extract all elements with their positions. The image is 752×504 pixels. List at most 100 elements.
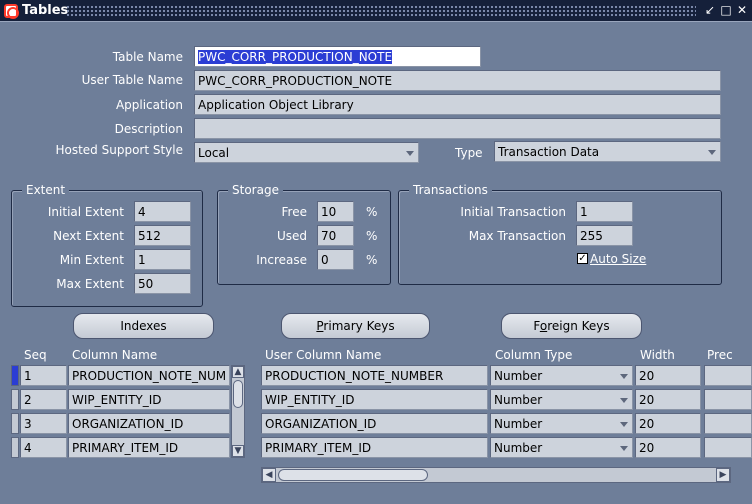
minimize-icon[interactable]: ↙ bbox=[703, 3, 717, 18]
column-type-select[interactable]: Number bbox=[490, 389, 633, 410]
storage-group-title: Storage bbox=[228, 183, 283, 197]
description-field[interactable] bbox=[194, 118, 721, 139]
oracle-logo-icon bbox=[4, 4, 19, 19]
row-indicator[interactable] bbox=[11, 365, 19, 386]
free-label: Free bbox=[281, 205, 307, 219]
maximize-icon[interactable]: □ bbox=[719, 3, 733, 18]
increase-pct: % bbox=[366, 253, 378, 267]
width-cell[interactable]: 20 bbox=[635, 365, 701, 386]
dropdown-arrow-icon bbox=[620, 398, 628, 403]
column-type-value: Number bbox=[494, 417, 543, 431]
min-extent-field[interactable]: 1 bbox=[134, 249, 191, 270]
increase-field[interactable]: 0 bbox=[317, 249, 354, 270]
hosted-support-label: Hosted Support Style bbox=[55, 143, 183, 157]
transactions-group-title: Transactions bbox=[409, 183, 492, 197]
width-cell[interactable]: 20 bbox=[635, 413, 701, 434]
user-column-name-cell[interactable]: ORGANIZATION_ID bbox=[261, 413, 488, 434]
increase-label: Increase bbox=[256, 253, 307, 267]
initial-extent-label: Initial Extent bbox=[47, 205, 124, 219]
type-value: Transaction Data bbox=[498, 145, 600, 159]
dropdown-arrow-icon bbox=[620, 374, 628, 379]
precision-cell[interactable] bbox=[704, 365, 752, 386]
auto-size-label[interactable]: Auto Size bbox=[590, 252, 646, 266]
column-type-select[interactable]: Number bbox=[490, 365, 633, 386]
used-field[interactable]: 70 bbox=[317, 225, 354, 246]
initial-extent-field[interactable]: 4 bbox=[134, 201, 191, 222]
scroll-up-icon[interactable]: ▲ bbox=[232, 366, 244, 378]
max-transaction-field[interactable]: 255 bbox=[576, 225, 633, 246]
seq-cell[interactable]: 4 bbox=[20, 437, 67, 458]
precision-cell[interactable] bbox=[704, 437, 752, 458]
foreign-keys-label: reign Keys bbox=[547, 319, 610, 333]
extent-group-title: Extent bbox=[22, 183, 70, 197]
grid-horizontal-scrollbar[interactable]: ◀ ▶ bbox=[261, 467, 731, 483]
user-table-name-field[interactable]: PWC_CORR_PRODUCTION_NOTE bbox=[194, 70, 721, 91]
precision-header: Prec bbox=[707, 348, 733, 362]
used-pct: % bbox=[366, 229, 378, 243]
vertical-scroll-thumb[interactable] bbox=[233, 380, 243, 408]
title-bar-grip bbox=[66, 5, 696, 17]
width-cell[interactable]: 20 bbox=[635, 437, 701, 458]
type-label: Type bbox=[455, 146, 483, 160]
used-label: Used bbox=[276, 229, 307, 243]
column-type-value: Number bbox=[494, 441, 543, 455]
max-extent-label: Max Extent bbox=[56, 277, 124, 291]
column-type-header: Column Type bbox=[495, 348, 573, 362]
free-pct: % bbox=[366, 205, 378, 219]
seq-header: Seq bbox=[24, 348, 47, 362]
dropdown-arrow-icon bbox=[620, 446, 628, 451]
column-type-select[interactable]: Number bbox=[490, 437, 633, 458]
hosted-support-select[interactable]: Local bbox=[194, 142, 419, 163]
dropdown-arrow-icon bbox=[708, 150, 716, 155]
grid-vertical-scrollbar[interactable]: ▲ ▼ bbox=[231, 365, 245, 458]
user-column-name-cell[interactable]: PRODUCTION_NOTE_NUMBER bbox=[261, 365, 488, 386]
title-bar[interactable]: Tables ↙ □ ✕ bbox=[0, 0, 752, 22]
close-icon[interactable]: ✕ bbox=[735, 3, 749, 18]
column-name-cell[interactable]: WIP_ENTITY_ID bbox=[68, 389, 230, 410]
precision-cell[interactable] bbox=[704, 413, 752, 434]
table-name-label: Table Name bbox=[112, 50, 183, 64]
free-field[interactable]: 10 bbox=[317, 201, 354, 222]
scroll-left-icon[interactable]: ◀ bbox=[262, 468, 276, 482]
row-indicator[interactable] bbox=[11, 437, 19, 458]
hosted-support-value: Local bbox=[198, 146, 230, 160]
row-indicator[interactable] bbox=[11, 389, 19, 410]
column-type-select[interactable]: Number bbox=[490, 413, 633, 434]
column-name-header: Column Name bbox=[72, 348, 158, 362]
seq-cell[interactable]: 3 bbox=[20, 413, 67, 434]
auto-size-checkbox[interactable]: ✓ bbox=[577, 253, 588, 264]
column-name-cell[interactable]: PRIMARY_ITEM_ID bbox=[68, 437, 230, 458]
scroll-down-icon[interactable]: ▼ bbox=[232, 445, 244, 457]
column-type-value: Number bbox=[494, 369, 543, 383]
user-column-name-cell[interactable]: WIP_ENTITY_ID bbox=[261, 389, 488, 410]
width-cell[interactable]: 20 bbox=[635, 389, 701, 410]
dropdown-arrow-icon bbox=[620, 422, 628, 427]
seq-cell[interactable]: 1 bbox=[20, 365, 67, 386]
description-label: Description bbox=[114, 122, 183, 136]
type-select[interactable]: Transaction Data bbox=[494, 141, 721, 162]
max-extent-field[interactable]: 50 bbox=[134, 273, 191, 294]
primary-keys-button[interactable]: Primary Keys bbox=[281, 313, 430, 339]
scroll-right-icon[interactable]: ▶ bbox=[716, 468, 730, 482]
column-name-cell[interactable]: PRODUCTION_NOTE_NUM bbox=[68, 365, 230, 386]
table-name-field[interactable]: PWC_CORR_PRODUCTION_NOTE bbox=[194, 46, 481, 67]
user-column-name-header: User Column Name bbox=[265, 348, 382, 362]
application-field[interactable]: Application Object Library bbox=[194, 94, 721, 115]
precision-cell[interactable] bbox=[704, 389, 752, 410]
next-extent-label: Next Extent bbox=[53, 229, 124, 243]
initial-transaction-field[interactable]: 1 bbox=[576, 201, 633, 222]
seq-cell[interactable]: 2 bbox=[20, 389, 67, 410]
column-name-cell[interactable]: ORGANIZATION_ID bbox=[68, 413, 230, 434]
table-name-value: PWC_CORR_PRODUCTION_NOTE bbox=[198, 50, 393, 64]
user-table-name-label: User Table Name bbox=[81, 73, 183, 87]
width-header: Width bbox=[640, 348, 675, 362]
initial-transaction-label: Initial Transaction bbox=[460, 205, 566, 219]
horizontal-scroll-thumb[interactable] bbox=[278, 469, 428, 481]
column-type-value: Number bbox=[494, 393, 543, 407]
indexes-button[interactable]: Indexes bbox=[73, 313, 214, 339]
next-extent-field[interactable]: 512 bbox=[134, 225, 191, 246]
row-indicator[interactable] bbox=[11, 413, 19, 434]
user-column-name-cell[interactable]: PRIMARY_ITEM_ID bbox=[261, 437, 488, 458]
foreign-keys-button[interactable]: Foreign Keys bbox=[501, 313, 642, 339]
application-label: Application bbox=[115, 98, 183, 112]
